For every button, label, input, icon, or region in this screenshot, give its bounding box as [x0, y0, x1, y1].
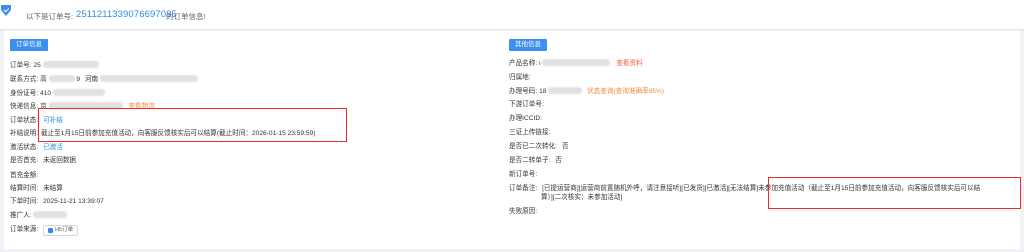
product-label: 产品名称:: [509, 60, 538, 67]
remark-label: 订单备注:: [509, 185, 538, 192]
contact-value-c: 河南: [84, 76, 99, 83]
row-transfer: 是否二转单子: 否: [509, 156, 562, 165]
highlight-box-note: [38, 108, 347, 142]
row-iccid: 办理ICCID:: [509, 114, 542, 123]
row-region: 归属地:: [509, 73, 531, 82]
new-order-label: 新订单号:: [509, 171, 538, 178]
highlight-box-remark: [768, 177, 1021, 209]
row-remark-cont: 算）][二次核实：未参加活动]: [541, 193, 622, 202]
sub-order-label: 下游订单号:: [509, 101, 544, 108]
row-order-time: 下单时间: 2025-11-21 13:39:07: [10, 197, 104, 206]
header-suffix: 的订单信息!: [166, 12, 206, 21]
row-settle-time: 结算时间: 未结算: [10, 184, 63, 193]
section-other-info: 其他信息: [509, 39, 547, 51]
promoter-label-text: 推广人:: [10, 212, 32, 219]
header-prefix: 以下是订单号:: [26, 12, 74, 21]
row-note: 补结说明:: [10, 129, 38, 138]
first-charge-label: 是否首充:: [10, 157, 39, 164]
contact-label: 联系方式:: [10, 76, 39, 83]
row-fail-reason: 失败原因:: [509, 207, 537, 216]
row-id-card: 身份证号: 410: [10, 89, 105, 98]
first-amount-label: 首充金额:: [10, 172, 39, 179]
view-profile-link[interactable]: 查看资料: [616, 60, 642, 67]
row-product: 产品名称: i 查看资料: [509, 59, 643, 68]
second-convert-value: 否: [561, 143, 569, 150]
first-charge-value: 未返回数据: [43, 157, 77, 164]
region-label: 归属地:: [509, 74, 531, 81]
masked-value: [52, 89, 105, 96]
phone-label: 办理号码:: [509, 88, 538, 95]
order-header: 以下是订单号: 2511211339076697085 的订单信息!: [0, 0, 1024, 30]
contact-value-a: 高: [40, 76, 47, 83]
row-order-no: 订单号: 25: [10, 61, 99, 70]
row-first-charge: 是否首充: 未返回数据: [10, 156, 76, 165]
source-tag[interactable]: H5订单: [43, 225, 79, 236]
row-new-order: 新订单号:: [509, 170, 537, 179]
masked-value: [99, 75, 198, 82]
transfer-label: 是否二转单子:: [509, 157, 551, 164]
masked-value: [42, 61, 99, 68]
row-phone: 办理号码: 18 状态查询(查询准确率95%): [509, 87, 664, 96]
order-detail-panel: 订单信息 订单号: 25 联系方式: 高 9 河南 身份证号: 410 快递信息…: [4, 31, 1021, 249]
activate-value: 已激活: [43, 144, 63, 151]
masked-value: [542, 59, 611, 66]
source-value: H5订单: [55, 227, 74, 233]
row-contact: 联系方式: 高 9 河南: [10, 75, 198, 84]
settle-time-value: 未结算: [43, 185, 63, 192]
remark-text-a: [已提运营商][运营商前置随机外呼，请注意接听][已发货][已激活][无法结算]: [542, 185, 759, 192]
row-first-amount: 首充金额:: [10, 171, 38, 180]
fail-reason-label: 失败原因:: [509, 208, 538, 215]
order-time-label: 下单时间:: [10, 198, 39, 205]
express-label: 快递信息:: [10, 103, 39, 110]
section-order-info: 订单信息: [10, 39, 48, 51]
check-flag-icon: [1, 5, 11, 16]
iccid-label: 办理ICCID:: [509, 115, 542, 122]
transfer-value: 否: [555, 157, 562, 164]
contact-value-b: 9: [76, 76, 81, 83]
row-promoter: 失败原因: 推广人:: [10, 211, 68, 220]
note-label: 补结说明:: [10, 130, 39, 137]
row-second-convert: 是否已二次转化: 否: [509, 142, 568, 151]
id-label: 身份证号:: [10, 90, 39, 97]
id-value: 410: [40, 90, 52, 97]
order-time-value: 2025-11-21 13:39:07: [43, 198, 104, 205]
order-no-label: 订单号:: [10, 62, 32, 69]
h5-icon: [48, 228, 54, 233]
source-label: 订单来源:: [10, 226, 39, 233]
masked-value: [548, 87, 583, 94]
status-query-link[interactable]: 状态查询(查询准确率95%): [587, 88, 664, 95]
status-label: 订单状态:: [10, 117, 39, 124]
row-activate: 激活状态: 已激活: [10, 143, 63, 152]
three-cert-label: 三证上传链接:: [509, 129, 551, 136]
remark-text-c: 算）][二次核实：未参加活动]: [541, 194, 623, 201]
settle-time-label: 结算时间:: [10, 185, 39, 192]
order-no-value: 25: [33, 62, 41, 69]
product-value: i: [539, 60, 541, 67]
activate-label: 激活状态:: [10, 144, 39, 151]
header-order-number: 2511211339076697085: [76, 9, 177, 20]
row-three-cert: 三证上传链接:: [509, 128, 550, 137]
phone-value: 18: [539, 88, 547, 95]
masked-value: [48, 75, 75, 82]
second-convert-label: 是否已二次转化:: [509, 143, 557, 150]
masked-value: [33, 211, 68, 218]
row-source: 订单来源: H5订单: [10, 225, 79, 236]
row-sub-order: 下游订单号:: [509, 100, 544, 109]
